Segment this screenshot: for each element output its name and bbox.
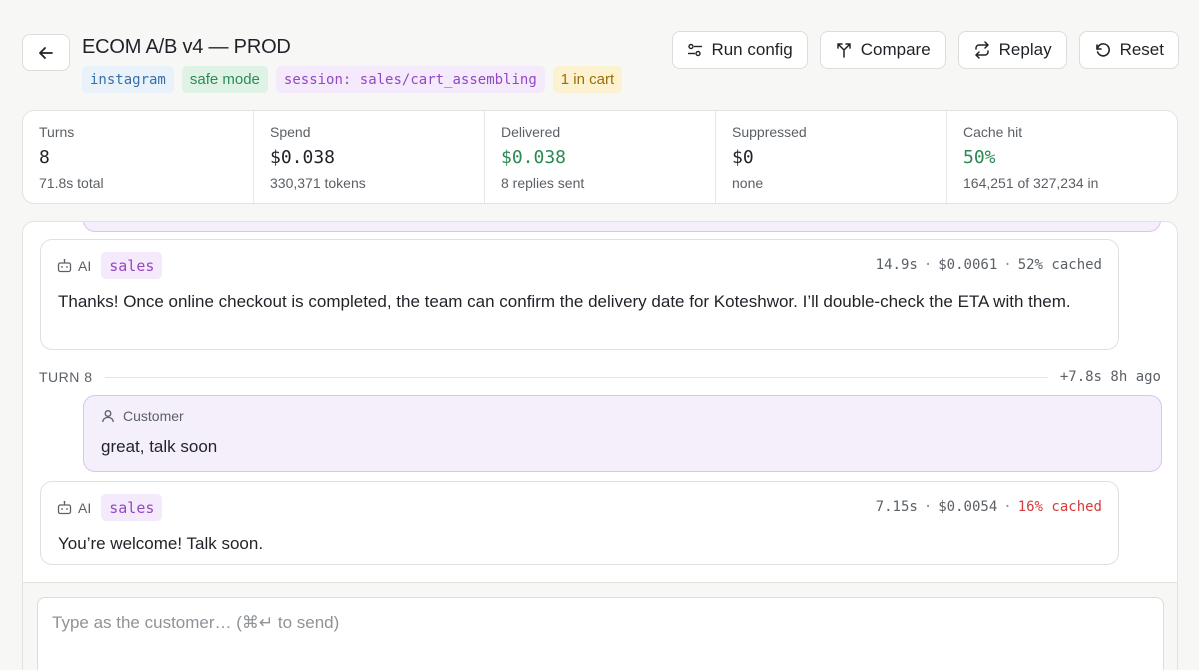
ai-message-text: Thanks! Once online checkout is complete… xyxy=(58,292,1071,311)
compare-button[interactable]: Compare xyxy=(819,31,946,69)
replay-label: Replay xyxy=(998,40,1052,59)
stat-sub: 71.8s total xyxy=(39,175,104,191)
stat-label: Suppressed xyxy=(732,124,807,140)
stat-delivered: Delivered $0.038 8 replies sent xyxy=(485,111,716,203)
reset-label: Reset xyxy=(1119,40,1164,59)
customer-role-label: Customer xyxy=(123,408,184,424)
ai-role-label: AI xyxy=(78,257,92,274)
agent-badge: sales xyxy=(101,494,163,521)
turn-meta: +7.8s 8h ago xyxy=(1059,369,1161,385)
session-tags: instagram safe mode session: sales/cart_… xyxy=(82,66,623,93)
stat-sub: 8 replies sent xyxy=(501,175,585,191)
stat-spend: Spend $0.038 330,371 tokens xyxy=(254,111,485,203)
reset-button[interactable]: Reset xyxy=(1078,31,1179,69)
stats-panel: Turns 8 71.8s total Spend $0.038 330,371… xyxy=(22,110,1178,204)
sliders-icon xyxy=(688,43,703,57)
stat-sub: 330,371 tokens xyxy=(270,175,366,191)
repeat-icon xyxy=(974,41,989,59)
turn-divider: TURN 8 +7.8s 8h ago xyxy=(39,368,1161,386)
message-duration: 7.15s xyxy=(875,499,918,515)
ai-message-header: AI sales xyxy=(57,252,163,279)
safe-mode-tag: safe mode xyxy=(181,66,268,93)
customer-message-input[interactable] xyxy=(37,597,1164,670)
message-meta: 7.15s · $0.0054 · 16% cached xyxy=(875,499,1102,515)
stat-label: Turns xyxy=(39,124,75,140)
message-meta: 14.9s · $0.0061 · 52% cached xyxy=(875,257,1102,273)
header-actions: Run config Compare Replay Reset xyxy=(672,31,1179,69)
replay-button[interactable]: Replay xyxy=(957,31,1067,69)
stat-value: $0.038 xyxy=(501,147,567,168)
cart-tag: 1 in cart xyxy=(552,66,623,93)
channel-tag: instagram xyxy=(82,66,174,93)
message-cost: $0.0061 xyxy=(938,257,998,273)
stat-cache-hit: Cache hit 50% 164,251 of 327,234 in xyxy=(947,111,1177,203)
stat-suppressed: Suppressed $0 none xyxy=(716,111,947,203)
ai-message-header: AI sales xyxy=(57,494,163,521)
customer-message-text: great, talk soon xyxy=(101,437,218,456)
stat-value: $0.038 xyxy=(270,147,336,168)
stat-label: Spend xyxy=(270,124,311,140)
message-duration: 14.9s xyxy=(875,257,918,273)
stat-turns: Turns 8 71.8s total xyxy=(23,111,254,203)
ai-role-label: AI xyxy=(78,499,92,516)
page-title: ECOM A/B v4 — PROD xyxy=(82,36,291,58)
message-cached: 16% cached xyxy=(1017,499,1102,515)
stat-label: Delivered xyxy=(501,124,561,140)
customer-message-header: Customer xyxy=(101,408,184,424)
turn-label: TURN 8 xyxy=(39,369,93,385)
stat-sub: 164,251 of 327,234 in xyxy=(963,175,1099,191)
session-tag: session: sales/cart_assembling xyxy=(275,66,545,93)
stat-value: $0 xyxy=(732,147,754,168)
rotate-ccw-icon xyxy=(1095,43,1110,57)
split-icon xyxy=(836,43,851,58)
customer-message: Customer great, talk soon xyxy=(83,395,1162,472)
stat-value: 50% xyxy=(963,147,996,168)
run-config-label: Run config xyxy=(711,40,793,59)
ai-message-text: You’re welcome! Talk soon. xyxy=(58,534,264,553)
ai-message: AI sales 7.15s · $0.0054 · 16% cached You’re… xyxy=(40,481,1119,565)
agent-badge: sales xyxy=(101,252,163,279)
message-cost: $0.0054 xyxy=(938,499,998,515)
ai-message: AI sales 14.9s · $0.0061 · 52% cached Thanks… xyxy=(40,239,1119,350)
bot-icon xyxy=(57,500,72,515)
message-cached: 52% cached xyxy=(1017,257,1102,273)
user-icon xyxy=(102,410,114,423)
back-button[interactable] xyxy=(22,34,70,71)
stat-value: 8 xyxy=(39,147,50,168)
bot-icon xyxy=(57,258,72,273)
turn-divider-line xyxy=(104,376,1048,378)
run-config-button[interactable]: Run config xyxy=(672,31,808,69)
conversation-panel[interactable]: AI sales 14.9s · $0.0061 · 52% cached Thanks… xyxy=(22,221,1178,670)
arrow-left-icon xyxy=(39,46,53,59)
stat-sub: none xyxy=(732,175,764,191)
stat-label: Cache hit xyxy=(963,124,1023,140)
composer-area xyxy=(23,582,1177,670)
previous-customer-bubble xyxy=(83,222,1161,232)
compare-label: Compare xyxy=(860,40,931,59)
